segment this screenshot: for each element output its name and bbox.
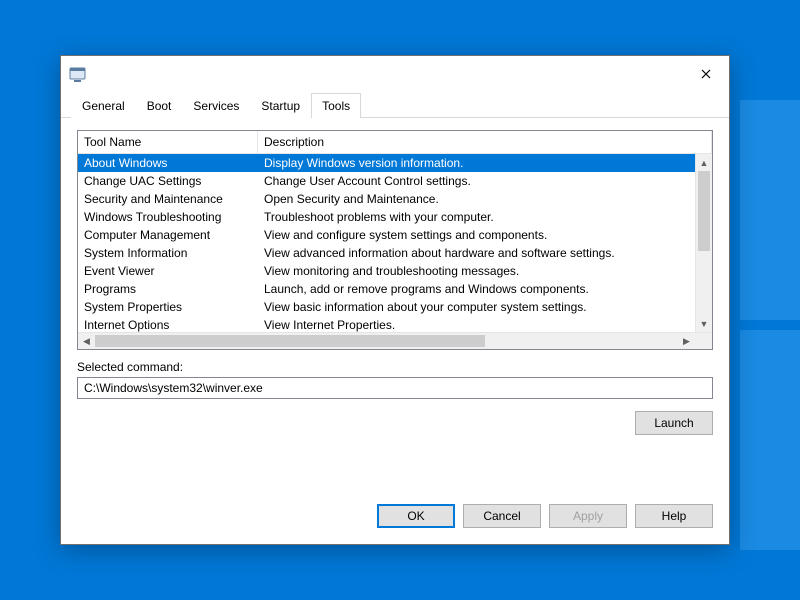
list-item[interactable]: ProgramsLaunch, add or remove programs a… <box>78 280 712 298</box>
list-item-description: View advanced information about hardware… <box>258 245 712 261</box>
list-item-description: Change User Account Control settings. <box>258 173 712 189</box>
list-item-name: About Windows <box>78 155 258 171</box>
cancel-button[interactable]: Cancel <box>463 504 541 528</box>
list-item-description: Display Windows version information. <box>258 155 712 171</box>
list-item[interactable]: Windows TroubleshootingTroubleshoot prob… <box>78 208 712 226</box>
list-item-name: System Properties <box>78 299 258 315</box>
tab-services[interactable]: Services <box>182 93 250 118</box>
hscroll-thumb[interactable] <box>95 335 485 347</box>
list-item-description: Launch, add or remove programs and Windo… <box>258 281 712 297</box>
selected-command-label: Selected command: <box>77 360 713 374</box>
tab-startup[interactable]: Startup <box>250 93 311 118</box>
msconfig-window: General Boot Services Startup Tools Tool… <box>60 55 730 545</box>
list-item-description: View monitoring and troubleshooting mess… <box>258 263 712 279</box>
tools-listview: Tool Name Description ▲ ▼ About WindowsD… <box>77 130 713 350</box>
vertical-scrollbar[interactable]: ▲ ▼ <box>695 154 712 332</box>
scroll-down-icon[interactable]: ▼ <box>696 315 712 332</box>
help-button[interactable]: Help <box>635 504 713 528</box>
list-item[interactable]: Computer ManagementView and configure sy… <box>78 226 712 244</box>
column-header-description[interactable]: Description <box>258 131 712 153</box>
list-item-name: Programs <box>78 281 258 297</box>
column-header-tool-name[interactable]: Tool Name <box>78 131 258 153</box>
list-item[interactable]: About WindowsDisplay Windows version inf… <box>78 154 712 172</box>
list-item[interactable]: System PropertiesView basic information … <box>78 298 712 316</box>
scroll-corner <box>695 333 712 349</box>
list-item-description: View Internet Properties. <box>258 317 712 332</box>
launch-button[interactable]: Launch <box>635 411 713 435</box>
app-icon <box>69 65 87 83</box>
list-item-name: Security and Maintenance <box>78 191 258 207</box>
tab-general[interactable]: General <box>71 93 136 118</box>
titlebar <box>61 56 729 92</box>
close-button[interactable] <box>683 58 729 90</box>
list-item-description: Troubleshoot problems with your computer… <box>258 209 712 225</box>
list-item-description: View and configure system settings and c… <box>258 227 712 243</box>
list-item[interactable]: System InformationView advanced informat… <box>78 244 712 262</box>
list-item-name: Computer Management <box>78 227 258 243</box>
apply-button[interactable]: Apply <box>549 504 627 528</box>
scroll-up-icon[interactable]: ▲ <box>696 154 712 171</box>
hscroll-track[interactable] <box>95 333 678 349</box>
tab-tools[interactable]: Tools <box>311 93 361 118</box>
list-item[interactable]: Change UAC SettingsChange User Account C… <box>78 172 712 190</box>
scroll-left-icon[interactable]: ◀ <box>78 333 95 349</box>
selected-command-field[interactable]: C:\Windows\system32\winver.exe <box>77 377 713 399</box>
list-item-description: Open Security and Maintenance. <box>258 191 712 207</box>
list-item-name: Event Viewer <box>78 263 258 279</box>
horizontal-scrollbar[interactable]: ◀ ▶ <box>78 332 712 349</box>
list-item[interactable]: Security and MaintenanceOpen Security an… <box>78 190 712 208</box>
list-item-description: View basic information about your comput… <box>258 299 712 315</box>
listview-body: ▲ ▼ About WindowsDisplay Windows version… <box>78 154 712 332</box>
dialog-button-row: OK Cancel Apply Help <box>61 496 729 544</box>
tabstrip: General Boot Services Startup Tools <box>61 92 729 118</box>
list-item-name: System Information <box>78 245 258 261</box>
scroll-track[interactable] <box>696 171 712 315</box>
tab-body-tools: Tool Name Description ▲ ▼ About WindowsD… <box>61 118 729 496</box>
scroll-right-icon[interactable]: ▶ <box>678 333 695 349</box>
scroll-thumb[interactable] <box>698 171 710 251</box>
ok-button[interactable]: OK <box>377 504 455 528</box>
listview-header-row: Tool Name Description <box>78 131 712 154</box>
list-item[interactable]: Internet OptionsView Internet Properties… <box>78 316 712 332</box>
desktop-accent <box>740 330 800 550</box>
desktop-accent <box>740 100 800 320</box>
list-item-name: Internet Options <box>78 317 258 332</box>
list-item-name: Change UAC Settings <box>78 173 258 189</box>
tab-boot[interactable]: Boot <box>136 93 183 118</box>
list-item-name: Windows Troubleshooting <box>78 209 258 225</box>
list-item[interactable]: Event ViewerView monitoring and troubles… <box>78 262 712 280</box>
